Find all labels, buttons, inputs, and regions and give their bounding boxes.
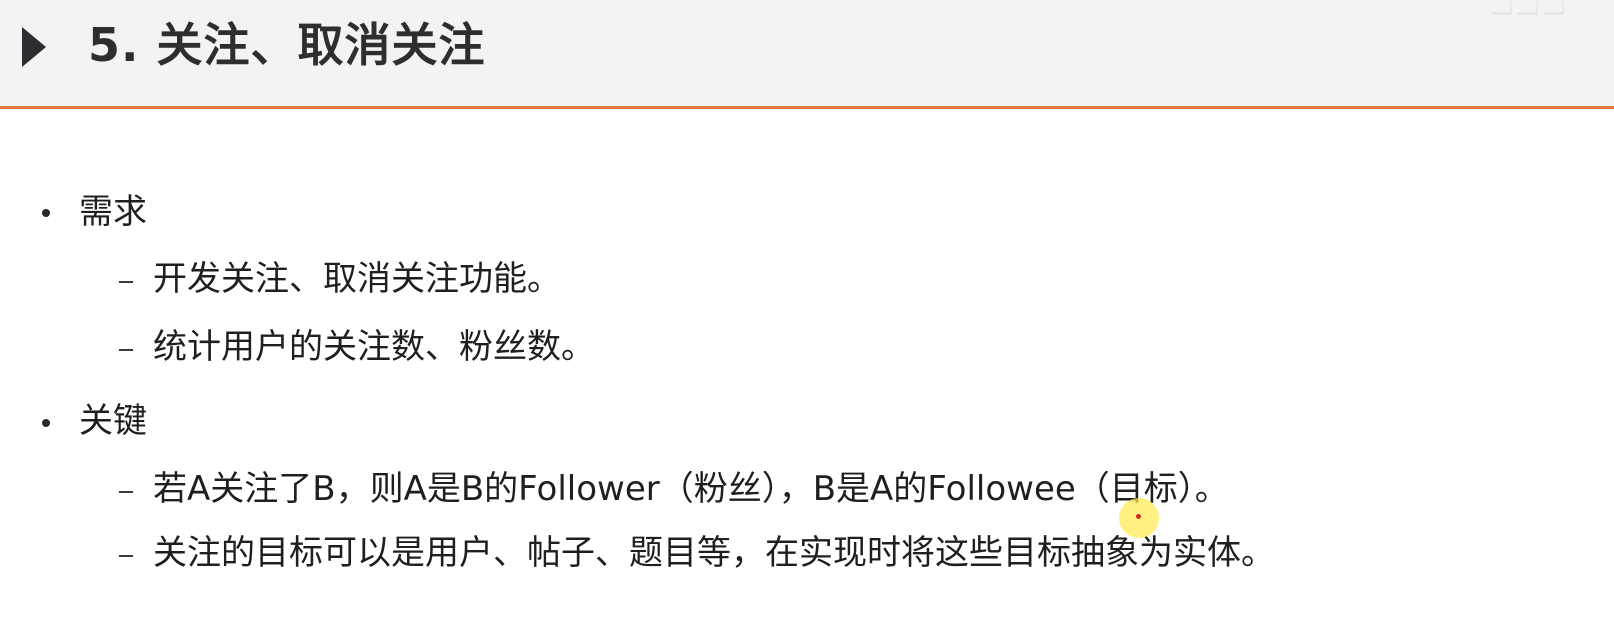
bullet-dot [42,419,50,427]
sub-item: 开发关注、取消关注功能。 [153,259,561,299]
cursor-dot [1136,514,1141,519]
sub-bullet-dash [119,281,133,283]
sub-bullet-dash [119,491,133,493]
section-heading-key-points: 关键 [79,401,147,441]
sub-bullet-dash [119,349,133,351]
bullet-dot [42,209,50,217]
sub-item: 统计用户的关注数、粉丝数。 [153,327,595,367]
slide-content: 需求 开发关注、取消关注功能。 统计用户的关注数、粉丝数。 关键 若A关注了B，… [0,0,1614,624]
sub-item: 关注的目标可以是用户、帖子、题目等，在实现时将这些目标抽象为实体。 [153,533,1275,573]
sub-item: 若A关注了B，则A是B的Follower（粉丝），B是A的Followee（目标… [153,469,1229,509]
section-heading-requirements: 需求 [79,192,147,232]
sub-bullet-dash [119,555,133,557]
